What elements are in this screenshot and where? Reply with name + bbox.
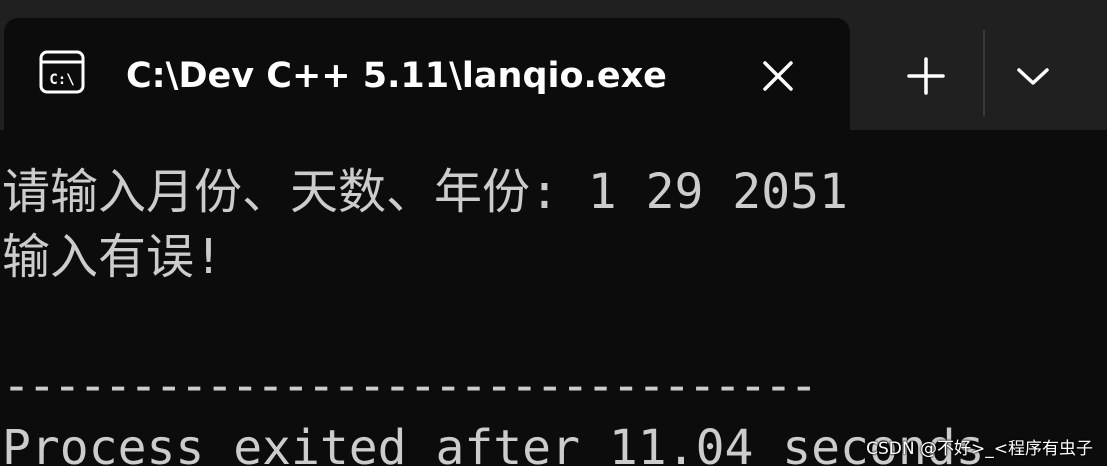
svg-text:C:\: C:\ bbox=[49, 72, 74, 88]
console-line-separator: -------------------------------- bbox=[2, 358, 818, 414]
tab-title: C:\Dev C++ 5.11\lanqio.exe bbox=[126, 56, 667, 96]
close-icon[interactable] bbox=[756, 54, 800, 98]
watermark: CSDN @不好>_<程序有虫子 bbox=[866, 439, 1093, 459]
toolbar-divider bbox=[983, 30, 985, 116]
console-line-error: 输入有误! bbox=[2, 229, 223, 285]
console-output[interactable]: 请输入月份、天数、年份: 1 29 2051 输入有误! -----------… bbox=[0, 130, 1107, 466]
console-icon: C:\ bbox=[39, 50, 85, 94]
console-line-exit: Process exited after 11.04 seconds bbox=[2, 420, 985, 466]
console-line-prompt: 请输入月份、天数、年份: 1 29 2051 bbox=[2, 164, 848, 220]
title-bar: C:\ C:\Dev C++ 5.11\lanqio.exe bbox=[0, 0, 1107, 136]
plus-icon[interactable] bbox=[888, 46, 964, 106]
active-tab[interactable]: C:\ C:\Dev C++ 5.11\lanqio.exe bbox=[4, 18, 850, 136]
chevron-down-icon[interactable] bbox=[1000, 46, 1066, 106]
